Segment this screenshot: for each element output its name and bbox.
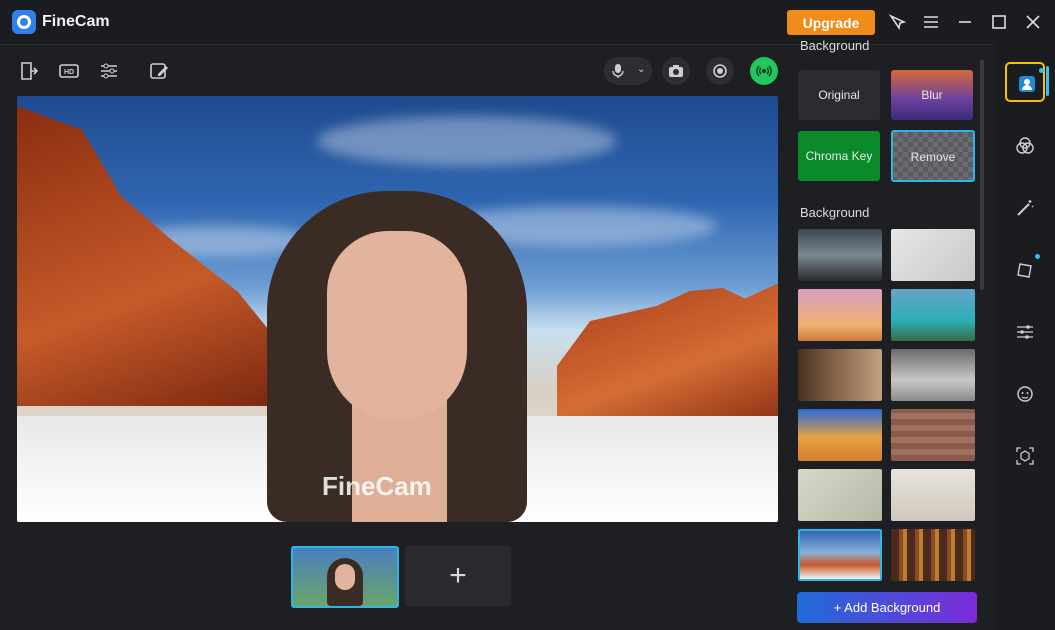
exit-icon[interactable] (18, 60, 40, 82)
record-icon (713, 64, 727, 78)
sticker-icon (1017, 263, 1032, 278)
background-tile-white-wall[interactable] (891, 229, 975, 281)
background-tile-office[interactable] (798, 229, 882, 281)
sidebar-item-background[interactable] (1005, 62, 1045, 102)
sliders-icon (1017, 325, 1033, 339)
broadcast-icon (756, 65, 772, 77)
menu-icon[interactable] (921, 12, 941, 32)
app-title: FineCam (42, 13, 110, 30)
sidebar-active-indicator (1046, 66, 1049, 96)
sidebar-item-adjustments[interactable] (1005, 312, 1045, 352)
camera-thumbnail-1[interactable] (291, 546, 399, 608)
background-tile-desert[interactable] (798, 409, 882, 461)
upgrade-button[interactable]: Upgrade (787, 10, 875, 35)
option-original[interactable]: Original (798, 70, 880, 120)
camera-icon (669, 65, 683, 77)
option-blur[interactable]: Blur (891, 70, 973, 120)
finecam-logo-icon (12, 10, 36, 34)
section-title-background-library: Background (800, 205, 870, 220)
background-panel: Background Original Blur Chroma Key Remo… (790, 38, 990, 630)
option-remove[interactable]: Remove (891, 130, 975, 182)
sidebar-item-beauty[interactable] (1005, 188, 1045, 228)
maximize-icon[interactable] (989, 12, 1009, 32)
record-button[interactable] (706, 57, 734, 85)
pointer-icon[interactable] (887, 12, 907, 32)
add-camera-button[interactable]: + (405, 546, 511, 606)
avatar-face-icon (1017, 386, 1033, 402)
background-tile-frames-wall[interactable] (891, 469, 975, 521)
background-tile-lake[interactable] (891, 289, 975, 341)
live-stream-button[interactable] (750, 57, 778, 85)
filters-icon (1016, 137, 1034, 154)
chevron-down-icon: ⌄ (637, 64, 646, 75)
finecam-watermark: FineCam (322, 471, 432, 501)
hd-icon[interactable]: HD (58, 60, 80, 82)
right-sidebar (995, 44, 1055, 630)
portrait-icon (1019, 76, 1035, 92)
ar-cube-icon (1016, 447, 1034, 465)
sidebar-item-stickers[interactable] (1005, 250, 1045, 290)
microphone-control[interactable]: ⌄ (604, 57, 652, 85)
background-tile-plain-room[interactable] (798, 469, 882, 521)
rock-formation-left (17, 106, 277, 406)
svg-text:HD: HD (64, 69, 74, 76)
option-chroma-key[interactable]: Chroma Key (798, 131, 880, 181)
minimize-icon[interactable] (955, 12, 975, 32)
background-tile-living-room[interactable] (891, 349, 975, 401)
rock-formation-right (557, 283, 778, 426)
title-bar: FineCam Upgrade (0, 0, 1055, 45)
background-tile-brick-wall[interactable] (891, 409, 975, 461)
microphone-icon (612, 64, 624, 78)
panel-scrollbar[interactable] (980, 60, 984, 290)
close-icon[interactable] (1023, 12, 1043, 32)
sidebar-item-avatar[interactable] (1005, 374, 1045, 414)
camera-preview[interactable]: FineCam (17, 96, 778, 522)
magic-wand-icon (1017, 200, 1034, 216)
sidebar-item-filters[interactable] (1005, 126, 1045, 166)
background-tile-bookshelf[interactable] (891, 529, 975, 581)
add-background-button[interactable]: + Add Background (797, 592, 977, 623)
section-title-background: Background (800, 38, 870, 53)
snapshot-button[interactable] (662, 57, 690, 85)
background-tile-eiffel[interactable] (798, 289, 882, 341)
background-tile-library-room[interactable] (798, 349, 882, 401)
adjust-icon[interactable] (98, 60, 120, 82)
sidebar-item-ar[interactable] (1005, 436, 1045, 476)
annotate-icon[interactable] (148, 60, 170, 82)
background-tile-canyon-selected[interactable] (798, 529, 882, 581)
